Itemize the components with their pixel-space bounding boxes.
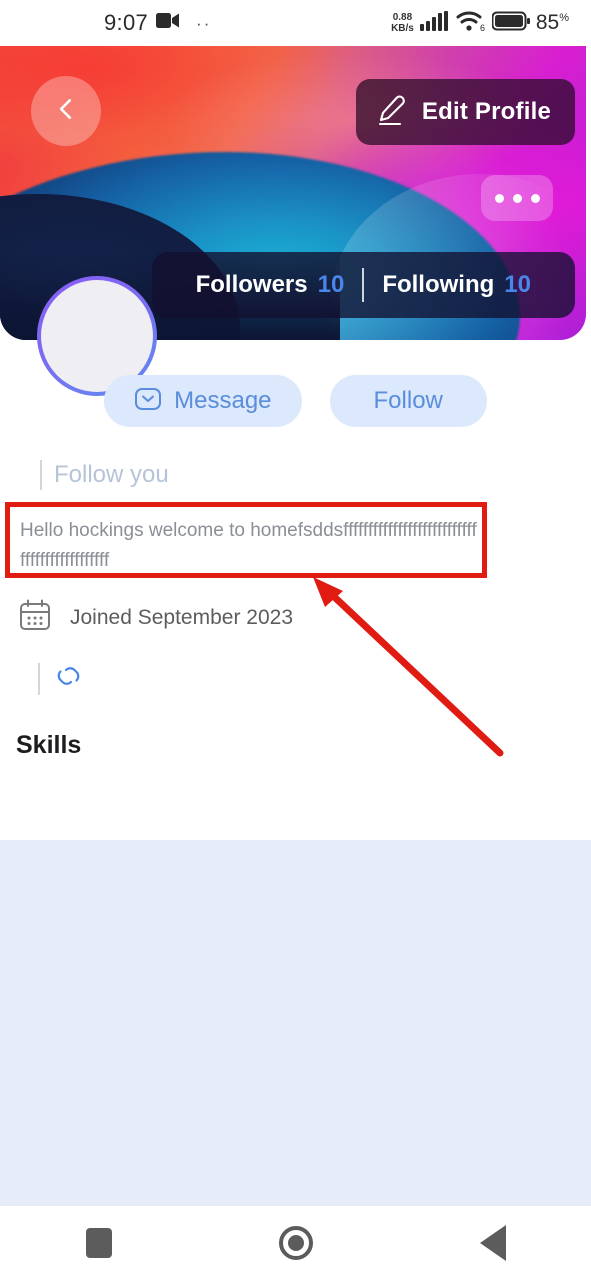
bio-text: Hello hockings welcome to homefsddsfffff… <box>20 520 477 571</box>
signal-bars-icon <box>419 10 450 36</box>
battery-icon <box>491 11 530 36</box>
following-stat[interactable]: Following 10 <box>364 271 549 299</box>
link-chain-icon[interactable] <box>54 660 84 697</box>
phone-screen: 9:07 ·· 0.88 KB/s 6 85% Edit Profile Fol… <box>0 0 591 1280</box>
square-recents-icon <box>85 1228 112 1258</box>
follow-you-row: Follow you <box>40 460 169 490</box>
joined-date-label: Joined September 2023 <box>70 605 293 629</box>
message-button[interactable]: Message <box>104 375 302 427</box>
follow-you-label: Follow you <box>54 461 169 488</box>
skills-heading: Skills <box>16 731 82 759</box>
svg-text:6: 6 <box>480 23 485 32</box>
status-bar-right: 0.88 KB/s 6 85% <box>391 0 569 46</box>
nav-back-button[interactable] <box>433 1206 553 1280</box>
status-dots: ·· <box>196 13 212 33</box>
wifi-6-icon: 6 <box>456 10 486 37</box>
home-button[interactable] <box>236 1206 356 1280</box>
following-count: 10 <box>504 271 531 298</box>
recents-button[interactable] <box>39 1206 159 1280</box>
triangle-back-icon <box>479 1225 506 1261</box>
link-accent-bar <box>38 662 40 695</box>
followers-count: 10 <box>317 271 345 298</box>
link-row[interactable] <box>38 660 84 697</box>
annotation-arrow <box>313 577 504 757</box>
edit-profile-button[interactable]: Edit Profile <box>355 79 575 145</box>
followers-stat[interactable]: Followers 10 <box>178 271 363 299</box>
follow-you-accent-bar <box>40 460 42 490</box>
status-bar: 9:07 ·· 0.88 KB/s 6 85% <box>0 0 591 46</box>
joined-date-row: Joined September 2023 <box>18 598 293 637</box>
battery-percent: 85% <box>535 11 569 34</box>
android-nav-bar <box>0 1206 591 1280</box>
status-time: 9:07 <box>104 10 149 35</box>
network-speed-unit: KB/s <box>391 23 414 34</box>
pencil-edit-icon <box>376 94 406 131</box>
profile-stats: Followers 10 Following 10 <box>151 252 575 318</box>
follow-button[interactable]: Follow <box>329 375 487 427</box>
network-speed: 0.88 KB/s <box>391 12 414 34</box>
chevron-left-icon <box>53 96 79 127</box>
follow-button-label: Follow <box>373 387 443 414</box>
calendar-icon <box>18 598 52 637</box>
more-horizontal-icon <box>494 193 540 203</box>
message-button-label: Message <box>174 387 272 414</box>
more-options-button[interactable] <box>481 175 553 221</box>
following-label: Following <box>382 271 495 298</box>
circle-home-icon <box>278 1226 313 1260</box>
skills-content-section <box>0 840 591 1206</box>
profile-actions: Message Follow <box>0 375 591 427</box>
back-button[interactable] <box>31 76 101 146</box>
edit-profile-label: Edit Profile <box>421 98 551 125</box>
message-envelope-icon <box>134 385 162 418</box>
video-camera-icon <box>156 12 180 34</box>
network-speed-value: 0.88 <box>392 12 413 23</box>
followers-label: Followers <box>195 271 308 298</box>
status-bar-left: 9:07 ·· <box>104 0 211 46</box>
